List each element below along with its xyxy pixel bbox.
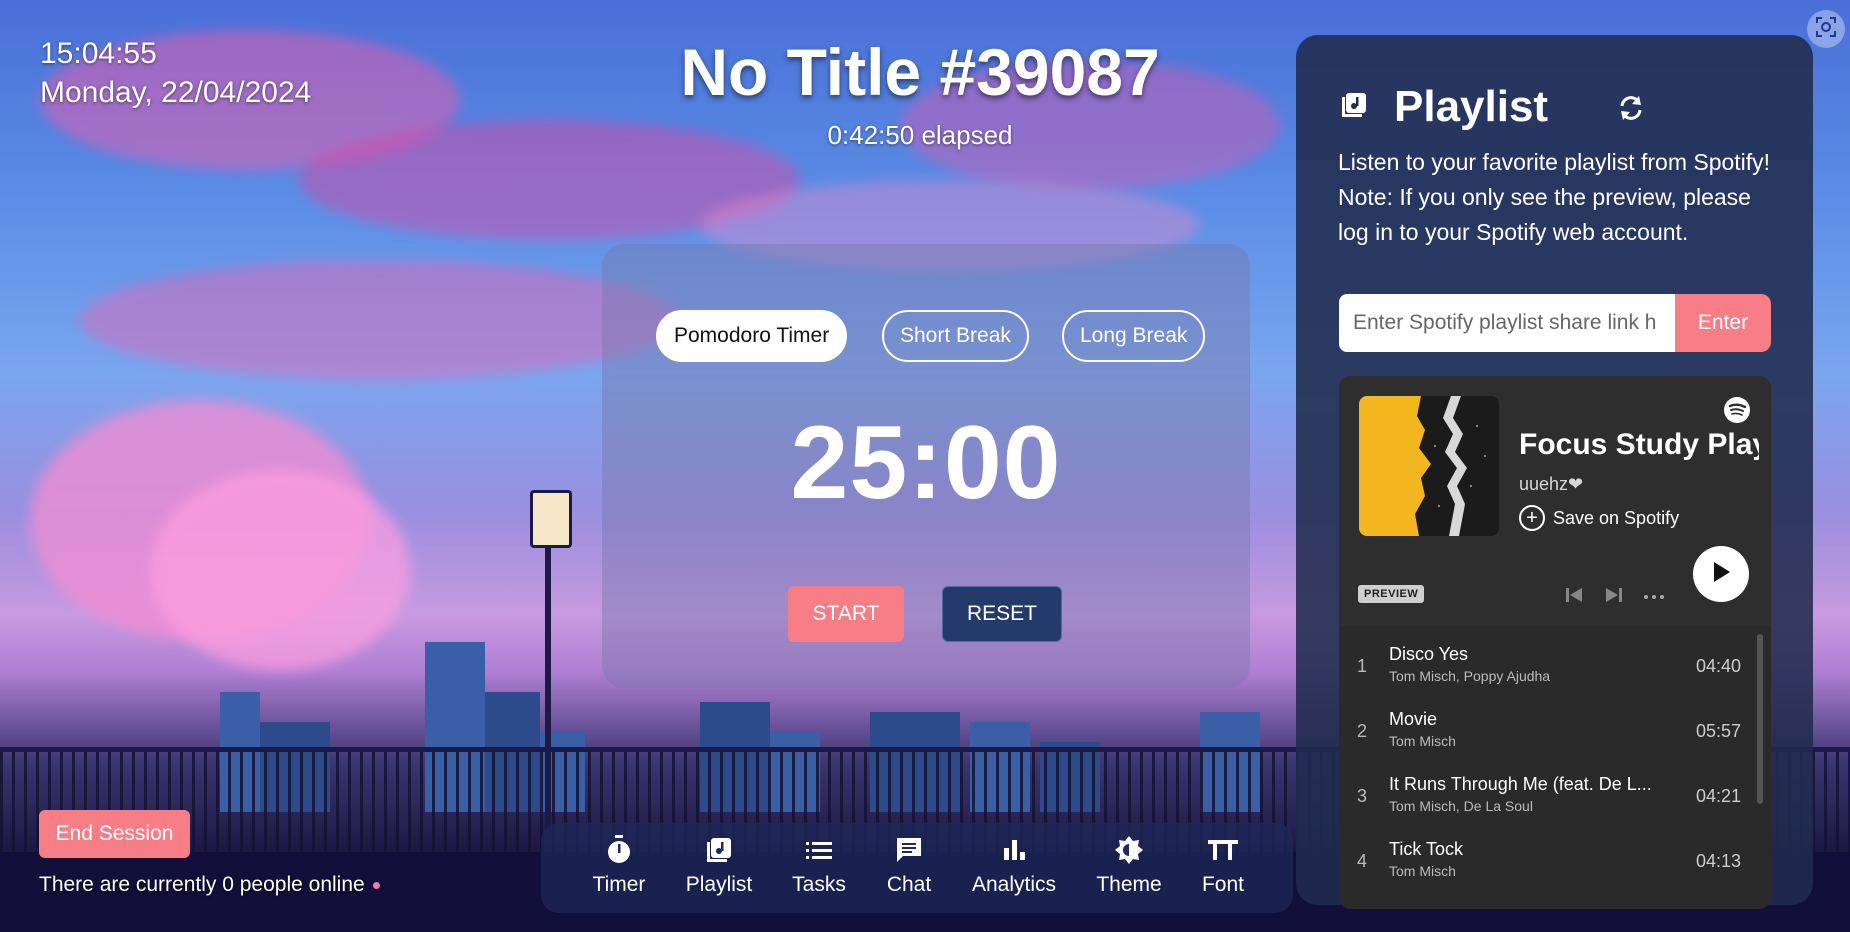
brightness-icon: [1079, 831, 1179, 869]
track-artist: Tom Misch, Poppy Ajudha: [1389, 668, 1551, 684]
track-name: Movie: [1389, 709, 1438, 729]
screen-capture-button[interactable]: [1807, 10, 1845, 48]
track-artist: Tom Misch: [1389, 733, 1456, 749]
playlist-title: Playlist: [1394, 82, 1549, 131]
track-duration: 04:40: [1695, 656, 1741, 676]
track-duration: 04:13: [1695, 851, 1741, 871]
refresh-icon[interactable]: [1618, 95, 1644, 126]
track-row[interactable]: 4 Tick Tock Tom Misch 04:13: [1339, 821, 1751, 886]
track-row[interactable]: 2 Movie Tom Misch 05:57: [1339, 691, 1751, 756]
track-number: 1: [1357, 656, 1368, 676]
track-duration: 05:57: [1695, 721, 1741, 741]
stopwatch-icon: [569, 831, 669, 869]
skip-next-icon[interactable]: [1605, 586, 1623, 609]
track-row[interactable]: 3 It Runs Through Me (feat. De L... Tom …: [1339, 756, 1751, 821]
online-status: There are currently 0 people online: [39, 873, 380, 897]
end-session-button[interactable]: End Session: [39, 810, 190, 858]
clock-time: 15:04:55: [40, 37, 157, 70]
nav-timer-label: Timer: [592, 873, 646, 896]
screen-capture-icon: [1815, 16, 1837, 43]
music-library-icon: [1340, 91, 1368, 124]
long-break-button[interactable]: Long Break: [1062, 310, 1206, 362]
track-duration: 04:21: [1695, 786, 1741, 806]
preview-badge: PREVIEW: [1358, 585, 1425, 603]
nav-chat[interactable]: Chat: [859, 831, 959, 897]
spotify-embed: Focus Study Playl uuehz❤ + Save on Spoti…: [1339, 376, 1771, 909]
track-name: Tick Tock: [1389, 839, 1464, 859]
nav-analytics-label: Analytics: [971, 873, 1057, 896]
more-options-icon[interactable]: [1643, 588, 1665, 606]
music-library-icon: [669, 831, 769, 869]
pomodoro-timer-button[interactable]: Pomodoro Timer: [656, 310, 848, 362]
track-number: 3: [1357, 786, 1368, 806]
spotify-playlist-owner[interactable]: uuehz❤: [1519, 474, 1583, 495]
session-title[interactable]: No Title #39087: [600, 34, 1240, 110]
playlist-header: Playlist: [1340, 77, 1548, 137]
online-count-text: There are currently 0 people online: [39, 873, 365, 896]
track-artist: Tom Misch: [1389, 863, 1456, 879]
save-on-spotify-button[interactable]: + Save on Spotify: [1519, 505, 1679, 531]
track-name: Disco Yes: [1389, 644, 1469, 664]
nav-playlist[interactable]: Playlist: [669, 831, 769, 897]
nav-timer[interactable]: Timer: [569, 831, 669, 897]
short-break-button[interactable]: Short Break: [882, 310, 1029, 362]
enter-button[interactable]: Enter: [1675, 294, 1771, 352]
elapsed-time: 0:42:50 elapsed: [827, 120, 1013, 150]
start-button[interactable]: START: [788, 586, 904, 642]
timer-display: 25:00: [790, 405, 1062, 521]
plus-circle-icon: +: [1519, 505, 1545, 531]
nav-playlist-label: Playlist: [685, 873, 753, 896]
playlist-cover-image[interactable]: [1359, 396, 1499, 536]
nav-font-label: Font: [1201, 873, 1245, 896]
track-row[interactable]: 1 Disco Yes Tom Misch, Poppy Ajudha 04:4…: [1339, 626, 1751, 691]
playlist-desc-line2: Note: If you only see the preview, pleas…: [1338, 184, 1751, 245]
play-button[interactable]: [1693, 546, 1749, 602]
playlist-panel: Playlist Listen to your favorite playlis…: [1296, 35, 1813, 909]
bottom-navbar: Timer Playlist Tasks Chat Analytics Them…: [541, 823, 1293, 913]
play-icon: [1710, 560, 1732, 589]
online-dot-icon: [372, 881, 380, 889]
nav-chat-label: Chat: [886, 873, 932, 896]
track-name: It Runs Through Me (feat. De L...: [1389, 774, 1652, 794]
text-size-icon: [1173, 831, 1273, 869]
track-number: 2: [1357, 721, 1368, 741]
nav-theme[interactable]: Theme: [1079, 831, 1179, 897]
track-artist: Tom Misch, De La Soul: [1389, 798, 1533, 814]
nav-tasks[interactable]: Tasks: [769, 831, 869, 897]
track-list-scrollbar[interactable]: [1757, 634, 1763, 804]
playlist-description: Listen to your favorite playlist from Sp…: [1338, 145, 1778, 250]
clock-date: Monday, 22/04/2024: [40, 76, 312, 109]
spotify-playlist-name[interactable]: Focus Study Playl: [1519, 428, 1759, 462]
timer-card: Pomodoro Timer Short Break Long Break 25…: [602, 244, 1250, 688]
nav-tasks-label: Tasks: [792, 873, 846, 896]
save-on-spotify-label: Save on Spotify: [1553, 507, 1680, 528]
skip-previous-icon[interactable]: [1565, 586, 1583, 609]
spotify-link-input[interactable]: [1339, 294, 1675, 352]
bar-chart-icon: [964, 831, 1064, 869]
track-list: 1 Disco Yes Tom Misch, Poppy Ajudha 04:4…: [1339, 626, 1771, 909]
nav-font[interactable]: Font: [1173, 831, 1273, 897]
spotify-logo-icon[interactable]: [1723, 396, 1751, 429]
nav-analytics[interactable]: Analytics: [964, 831, 1064, 897]
clock: 15:04:55 Monday, 22/04/2024: [40, 34, 311, 112]
spotify-embed-header: Focus Study Playl uuehz❤ + Save on Spoti…: [1339, 376, 1771, 626]
list-icon: [769, 831, 869, 869]
playlist-desc-line1: Listen to your favorite playlist from Sp…: [1338, 149, 1771, 175]
track-number: 4: [1357, 851, 1368, 871]
nav-theme-label: Theme: [1096, 873, 1162, 896]
chat-icon: [859, 831, 959, 869]
reset-button[interactable]: RESET: [942, 586, 1062, 642]
